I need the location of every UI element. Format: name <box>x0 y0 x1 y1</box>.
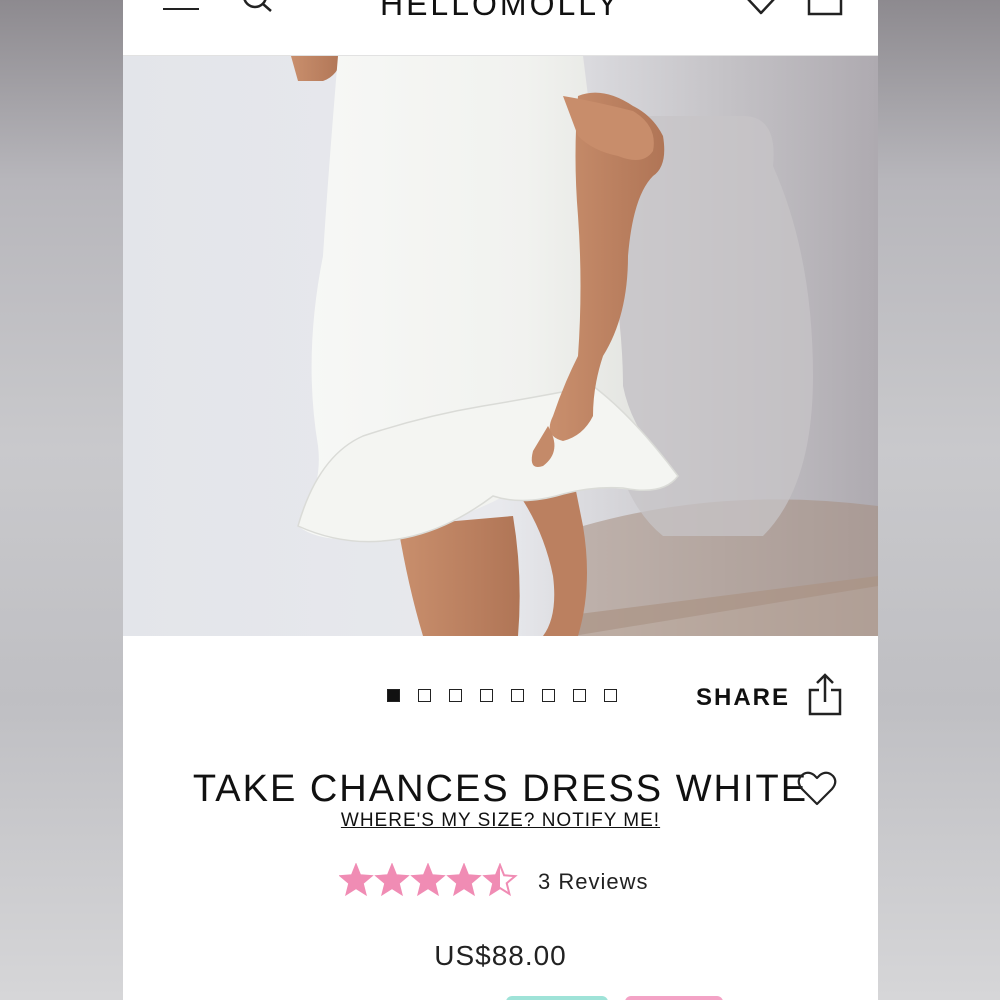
reviews-count[interactable]: 3 Reviews <box>538 869 648 895</box>
product-image[interactable] <box>123 56 878 636</box>
heart-icon[interactable] <box>743 0 779 16</box>
shopping-bag-icon[interactable] <box>807 0 843 16</box>
carousel-dot-4[interactable] <box>480 689 493 702</box>
carousel-dot-2[interactable] <box>418 689 431 702</box>
share-icon[interactable] <box>805 672 845 718</box>
add-to-cart-button[interactable] <box>506 996 608 1000</box>
heart-outline-icon[interactable] <box>796 770 838 808</box>
carousel-dot-8[interactable] <box>604 689 617 702</box>
phone-screen: HELLOMOLLY SHARE TAKE CHANCES DRESS WHIT… <box>123 0 878 1000</box>
product-title: TAKE CHANCES DRESS WHITE <box>192 768 809 810</box>
dress-photo <box>123 56 878 636</box>
star-1 <box>340 865 372 894</box>
carousel-dot-5[interactable] <box>511 689 524 702</box>
carousel-dot-7[interactable] <box>573 689 586 702</box>
star-2 <box>376 865 408 894</box>
site-header: HELLOMOLLY <box>123 0 878 56</box>
carousel-dot-1[interactable] <box>387 689 400 702</box>
star-4 <box>448 865 480 894</box>
notify-me-link[interactable]: WHERE'S MY SIZE? NOTIFY ME! <box>123 810 878 832</box>
carousel-dot-6[interactable] <box>542 689 555 702</box>
buy-now-button[interactable] <box>625 996 723 1000</box>
star-3 <box>412 865 444 894</box>
product-price: US$88.00 <box>434 940 567 971</box>
share-button[interactable]: SHARE <box>696 684 790 712</box>
carousel-dot-3[interactable] <box>449 689 462 702</box>
star-rating[interactable] <box>338 862 519 897</box>
